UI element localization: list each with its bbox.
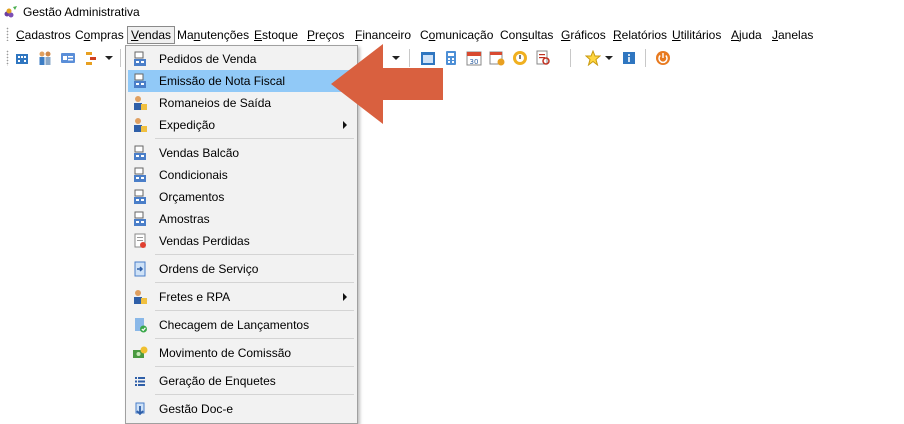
check-doc-icon [135,318,147,333]
favorites-dropdown-arrow[interactable] [605,56,613,60]
toolbar-dropdown-arrow[interactable] [105,56,113,60]
arrow-left-icon [331,44,443,124]
report-icon[interactable] [535,50,551,66]
star-icon[interactable] [585,50,601,66]
menu-separator [155,338,354,339]
building-icon[interactable] [14,50,30,66]
menu-separator [155,310,354,311]
money-icon [133,346,148,358]
org-chart-icon[interactable] [84,50,100,66]
menu-janelas[interactable]: Janelas [772,27,813,43]
menu-item-vendas-perdidas[interactable]: Vendas Perdidas [128,230,355,252]
menu-item-movimento-de-comissao[interactable]: Movimento de Comissão [128,342,355,364]
menubar-grip[interactable] [6,27,9,41]
menu-item-pedidos-de-venda[interactable]: Pedidos de Venda [128,48,355,70]
menu-cadastros[interactable]: Cadastros [16,27,71,43]
menu-item-checagem-de-lancamentos[interactable]: Checagem de Lançamentos [128,314,355,336]
service-order-icon [134,261,146,277]
menu-consultas[interactable]: Consultas [500,27,553,43]
menu-separator [155,366,354,367]
user-doc-icon [134,118,147,132]
menu-item-gestao-doc-e[interactable]: Gestão Doc-e [128,398,355,420]
menu-manutencoes[interactable]: Manutenções [177,27,249,43]
people-icon[interactable] [37,50,53,66]
menu-item-expedicao[interactable]: Expedição [128,114,355,136]
menu-vendas[interactable]: Vendas [127,26,176,44]
menu-compras[interactable]: Compras [75,27,124,43]
toolbar-separator [645,49,646,67]
menu-item-ordens-de-servico[interactable]: Ordens de Serviço [128,258,355,280]
menu-relatorios[interactable]: Relatórios [613,27,667,43]
register-icon [134,211,146,226]
submenu-arrow-icon [343,293,347,301]
toolbar-grip[interactable] [6,50,9,66]
download-doc-icon [135,402,145,416]
list-icon [135,377,145,386]
toolbar-separator [120,49,121,67]
menu-item-romaneios-de-saida[interactable]: Romaneios de Saída [128,92,355,114]
menu-separator [155,394,354,395]
lock-clock-icon[interactable] [512,50,528,66]
register-icon [134,51,146,66]
user-doc-icon [134,290,147,304]
grapes-icon [4,6,17,18]
title-bar: Gestão Administrativa [0,0,904,24]
menu-estoque[interactable]: Estoque [254,27,298,43]
power-icon[interactable] [655,50,671,66]
calculator-icon[interactable] [443,50,459,66]
menu-item-amostras[interactable]: Amostras [128,208,355,230]
user-doc-icon [134,96,147,110]
schedule-icon[interactable] [489,50,505,66]
info-icon[interactable] [621,50,637,66]
menu-separator [155,254,354,255]
menu-item-fretes-e-rpa[interactable]: Fretes e RPA [128,286,355,308]
register-icon [134,145,146,160]
lost-sales-icon [134,233,146,248]
toolbar-separator [570,49,571,67]
menu-ajuda[interactable]: Ajuda [731,27,762,43]
register-icon [134,73,146,88]
menu-item-orcamentos[interactable]: Orçamentos [128,186,355,208]
register-icon [134,167,146,182]
menu-item-vendas-balcao[interactable]: Vendas Balcão [128,142,355,164]
menu-separator [155,282,354,283]
menu-bar: Cadastros Compras Vendas Manutenções Est… [0,24,904,44]
svg-text:30: 30 [470,58,479,66]
menu-separator [155,138,354,139]
register-icon [134,189,146,204]
menu-item-geracao-de-enquetes[interactable]: Geração de Enquetes [128,370,355,392]
menu-item-emissao-de-nota-fiscal[interactable]: Emissão de Nota Fiscal [128,70,355,92]
menu-utilitarios[interactable]: Utilitários [672,27,721,43]
id-card-icon[interactable] [60,50,76,66]
window-title: Gestão Administrativa [23,5,140,19]
menu-item-condicionais[interactable]: Condicionais [128,164,355,186]
vendas-menu: Pedidos de Venda Emissão de Nota Fiscal … [125,45,358,424]
calendar-icon[interactable]: 30 [466,50,482,66]
menu-graficos[interactable]: Gráficos [561,27,606,43]
